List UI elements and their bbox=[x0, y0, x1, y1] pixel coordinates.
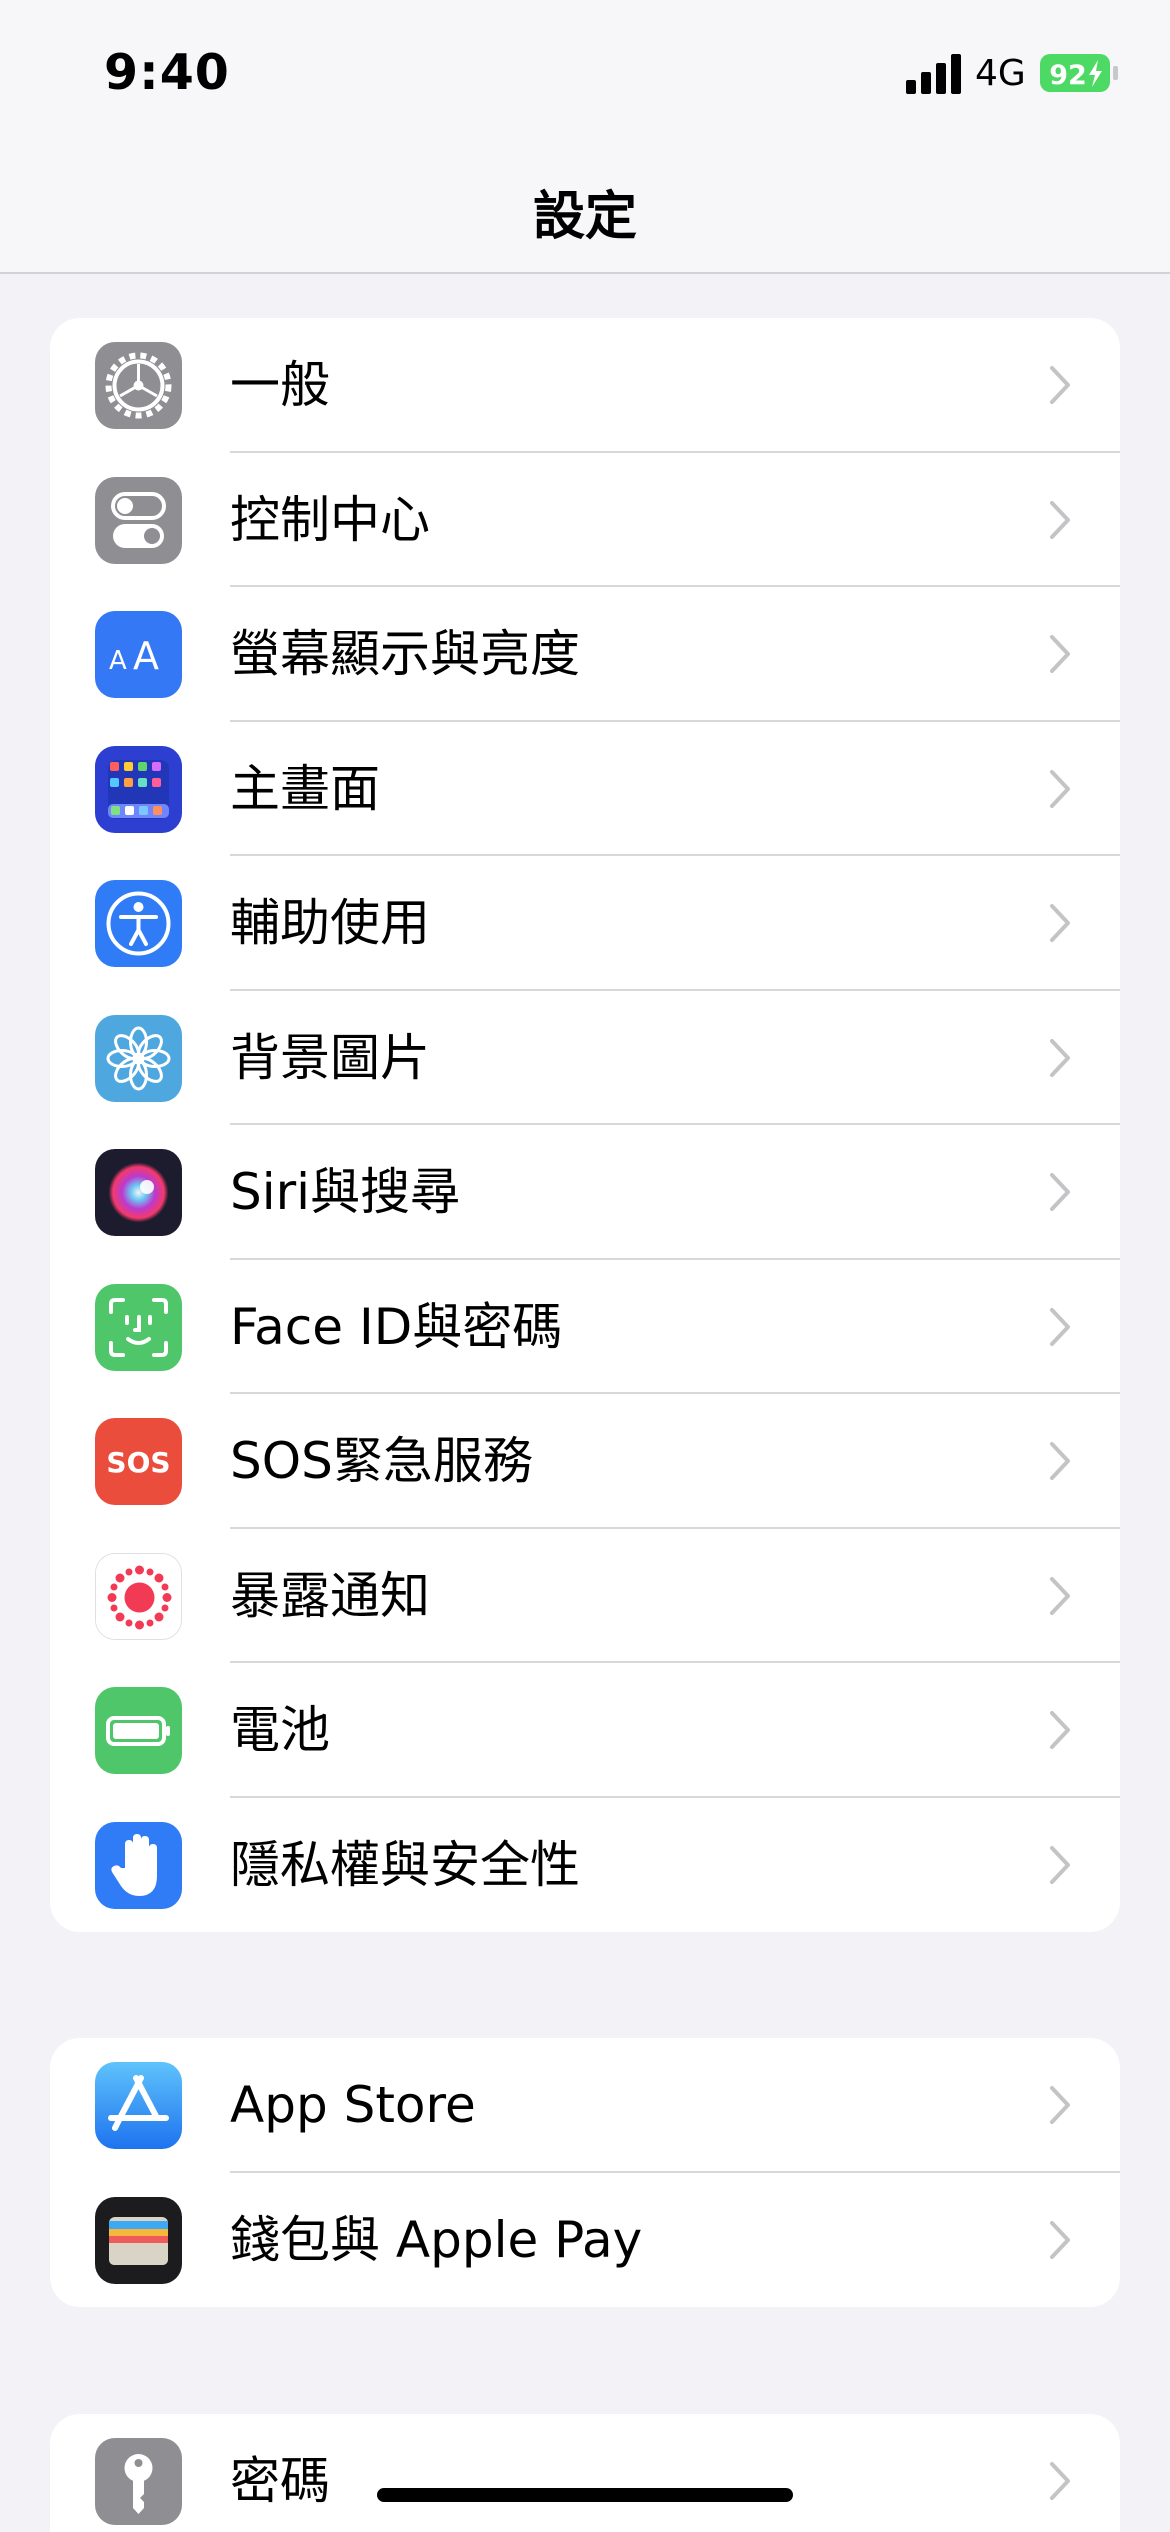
settings-screen: 9:40 4G 92 設定 一般 控制中心 A A 螢幕顯示與亮度 主畫面 輔助… bbox=[0, 0, 1170, 2532]
chevron-right-icon bbox=[1050, 1038, 1070, 1077]
page-title: 設定 bbox=[532, 187, 637, 247]
hand-icon bbox=[95, 1821, 182, 1909]
settings-row-label: 控制中心 bbox=[230, 490, 430, 549]
face-id-icon bbox=[95, 1283, 182, 1371]
chevron-right-icon bbox=[1050, 769, 1070, 808]
exposure-icon bbox=[95, 1552, 182, 1640]
chevron-right-icon bbox=[1050, 904, 1070, 942]
network-type: 4G bbox=[975, 53, 1026, 94]
settings-row-privacy-security[interactable]: 隱私權與安全性 bbox=[50, 1798, 1120, 1933]
battery-percent: 92 bbox=[1049, 60, 1087, 91]
chevron-right-icon bbox=[1050, 1576, 1070, 1615]
status-time: 9:40 bbox=[104, 44, 230, 101]
siri-icon bbox=[95, 1149, 182, 1236]
settings-row-passwords[interactable]: 密碼 bbox=[50, 2414, 1120, 2532]
battery-status-icon: 92 bbox=[1040, 54, 1118, 92]
settings-row-label: 螢幕顯示與亮度 bbox=[230, 625, 580, 683]
svg-text:A: A bbox=[109, 646, 127, 676]
chevron-right-icon bbox=[1050, 635, 1070, 673]
settings-row-label: 密碼 bbox=[230, 2452, 330, 2510]
settings-row-label: 暴露通知 bbox=[230, 1566, 430, 1625]
svg-text:SOS: SOS bbox=[106, 1446, 170, 1479]
app-store-icon bbox=[95, 2062, 182, 2149]
chevron-right-icon bbox=[1050, 2086, 1070, 2124]
wallet-icon bbox=[95, 2196, 182, 2284]
chevron-right-icon bbox=[1050, 2220, 1070, 2259]
battery-icon bbox=[95, 1687, 182, 1774]
status-bar: 9:40 4G 92 bbox=[0, 0, 1170, 140]
chevron-right-icon bbox=[1050, 366, 1070, 404]
svg-text:A: A bbox=[133, 634, 159, 678]
chevron-right-icon bbox=[1050, 1307, 1070, 1346]
home-indicator[interactable] bbox=[377, 2488, 793, 2502]
settings-row-wallet-apple-pay[interactable]: 錢包與 Apple Pay bbox=[50, 2173, 1120, 2308]
settings-row-label: 錢包與 Apple Pay bbox=[230, 2210, 643, 2269]
settings-group-3: 密碼 bbox=[50, 2414, 1120, 2532]
chevron-right-icon bbox=[1050, 1845, 1070, 1884]
settings-row-label: SOS緊急服務 bbox=[230, 1432, 533, 1490]
cellular-signal-icon bbox=[906, 54, 961, 94]
settings-row-battery[interactable]: 電池 bbox=[50, 1663, 1120, 1798]
settings-row-wallpaper[interactable]: 背景圖片 bbox=[50, 991, 1120, 1125]
settings-row-label: 背景圖片 bbox=[230, 1028, 430, 1087]
home-grid-icon bbox=[95, 745, 182, 833]
settings-group-1: 一般 控制中心 A A 螢幕顯示與亮度 主畫面 輔助使用 背景圖片 Siri與搜… bbox=[50, 318, 1120, 1932]
settings-row-display-brightness[interactable]: A A 螢幕顯示與亮度 bbox=[50, 587, 1120, 722]
settings-row-label: App Store bbox=[230, 2076, 476, 2134]
settings-row-siri-search[interactable]: Siri與搜尋 bbox=[50, 1125, 1120, 1260]
flower-icon bbox=[95, 1014, 182, 1102]
chevron-right-icon bbox=[1050, 1442, 1070, 1480]
settings-row-accessibility[interactable]: 輔助使用 bbox=[50, 856, 1120, 991]
navigation-bar: 設定 bbox=[0, 140, 1170, 274]
key-icon bbox=[95, 2438, 182, 2525]
settings-row-general[interactable]: 一般 bbox=[50, 318, 1120, 453]
text-size-icon: A A bbox=[95, 611, 182, 698]
gear-icon bbox=[95, 342, 182, 429]
settings-row-label: Siri與搜尋 bbox=[230, 1163, 461, 1221]
settings-row-label: Face ID與密碼 bbox=[230, 1297, 563, 1356]
settings-row-label: 隱私權與安全性 bbox=[230, 1835, 580, 1894]
chevron-right-icon bbox=[1050, 1711, 1070, 1749]
settings-row-label: 主畫面 bbox=[230, 759, 380, 818]
sos-icon: SOS bbox=[95, 1418, 182, 1505]
settings-row-label: 輔助使用 bbox=[230, 894, 430, 952]
chevron-right-icon bbox=[1050, 2462, 1070, 2500]
chevron-right-icon bbox=[1050, 500, 1070, 539]
settings-row-control-center[interactable]: 控制中心 bbox=[50, 453, 1120, 587]
accessibility-icon bbox=[95, 880, 182, 967]
settings-row-label: 電池 bbox=[230, 1701, 330, 1759]
settings-row-exposure-notifications[interactable]: 暴露通知 bbox=[50, 1529, 1120, 1663]
toggles-icon bbox=[95, 476, 182, 564]
settings-row-app-store[interactable]: App Store bbox=[50, 2038, 1120, 2173]
settings-row-label: 一般 bbox=[230, 356, 330, 414]
settings-group-2: App Store 錢包與 Apple Pay bbox=[50, 2038, 1120, 2307]
settings-row-emergency-sos[interactable]: SOS SOS緊急服務 bbox=[50, 1394, 1120, 1529]
chevron-right-icon bbox=[1050, 1173, 1070, 1211]
settings-row-face-id-passcode[interactable]: Face ID與密碼 bbox=[50, 1260, 1120, 1394]
settings-row-home-screen[interactable]: 主畫面 bbox=[50, 722, 1120, 856]
